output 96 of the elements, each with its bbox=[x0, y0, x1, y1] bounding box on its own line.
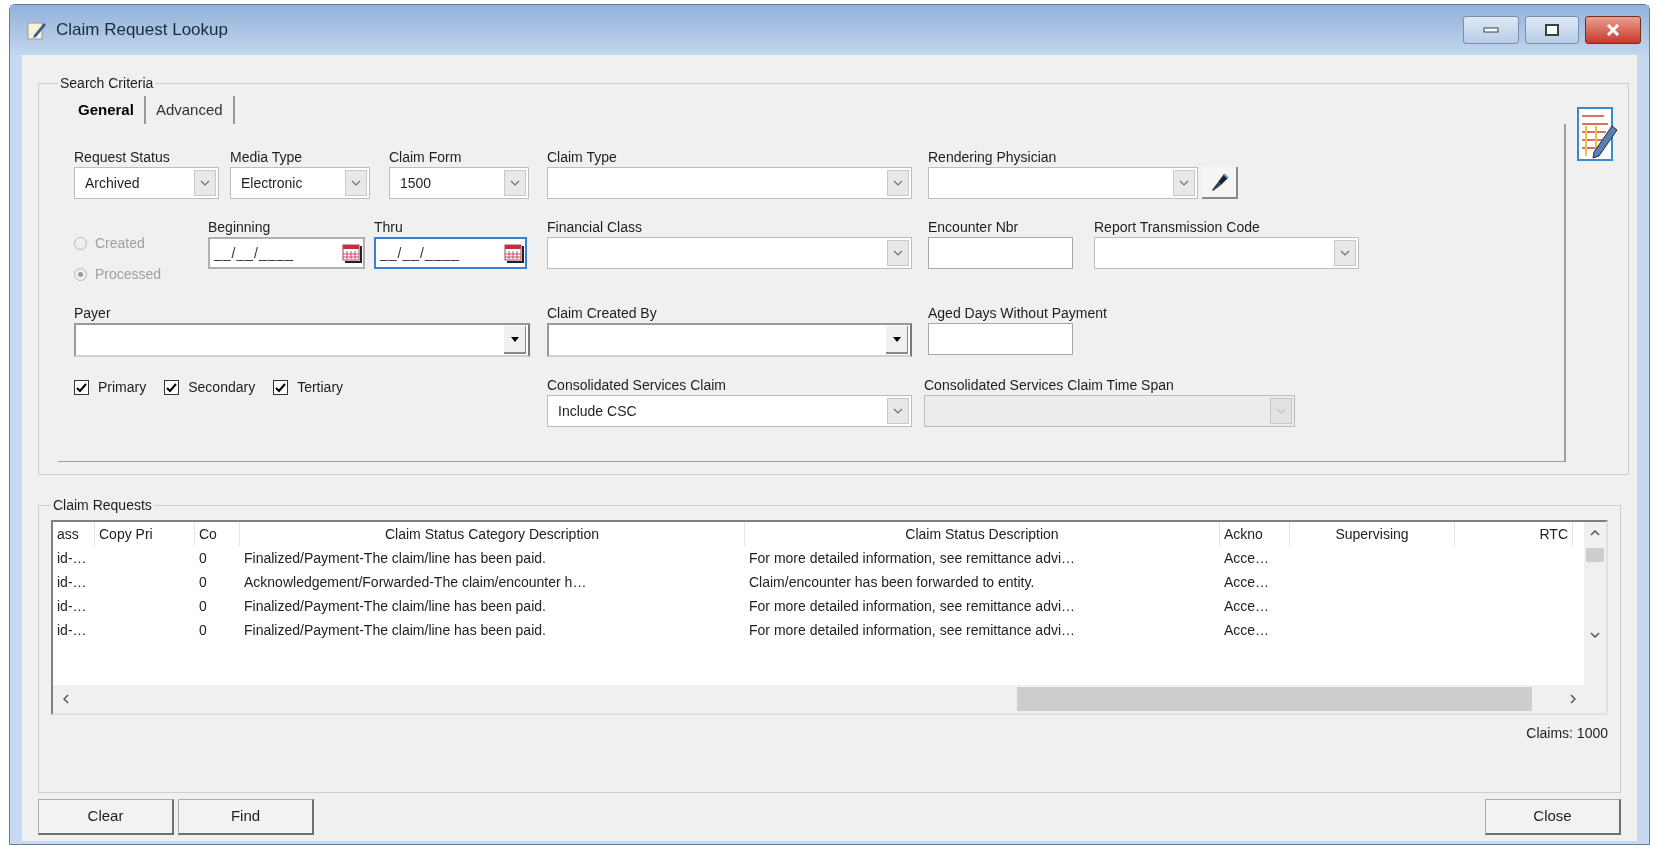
close-icon bbox=[1606, 24, 1620, 36]
tab[interactable]: Advanced bbox=[145, 96, 235, 124]
combo-field[interactable] bbox=[547, 323, 912, 357]
table-row[interactable]: id-… 0 Acknowledgement/Forwarded-The claim/encounter h… Claim/encounter has been forwarded to entity. Acce… bbox=[53, 570, 1573, 594]
table-cell-text: 0 bbox=[198, 621, 208, 640]
text-field[interactable] bbox=[928, 323, 1073, 355]
group-title: Claim Requests bbox=[52, 496, 153, 515]
table-cell-text: For more detailed information, see remittance advi… bbox=[748, 597, 1077, 616]
column-header[interactable]: Claim Status Category Description bbox=[240, 522, 745, 546]
field-label: Consolidated Services Claim Time Span bbox=[924, 376, 1175, 395]
checkbox[interactable] bbox=[74, 380, 89, 395]
dropdown-field[interactable]: 1500 bbox=[389, 167, 529, 199]
field-label: Payer bbox=[74, 304, 112, 323]
checkbox-label: Primary bbox=[98, 378, 147, 397]
field-label: Claim Form bbox=[389, 148, 463, 167]
checkbox-label: Secondary bbox=[188, 378, 256, 397]
calendar-icon[interactable] bbox=[503, 242, 525, 264]
checkbox-label: Tertiary bbox=[297, 378, 344, 397]
table-cell-text: Claim/encounter has been forwarded to entity. bbox=[748, 573, 1036, 592]
field-label: Financial Class bbox=[547, 218, 643, 237]
table-cell-text: Acce… bbox=[1223, 597, 1271, 616]
field-label: Claim Type bbox=[547, 148, 618, 167]
table-cell-text: Finalized/Payment-The claim/line has been paid. bbox=[243, 621, 547, 640]
edit-form-icon bbox=[26, 19, 48, 41]
table-cell-text: Acknowledgement/Forwarded-The claim/encounter h… bbox=[243, 573, 588, 592]
table-cell-text: id-… bbox=[56, 573, 88, 592]
dropdown-field[interactable]: Electronic bbox=[230, 167, 370, 199]
field-label: Beginning bbox=[208, 218, 272, 237]
table-row[interactable]: id-… 0 Finalized/Payment-The claim/line has been paid. For more detailed information, see remittance advi… Acce… bbox=[53, 594, 1573, 618]
dropdown-field[interactable] bbox=[547, 167, 912, 199]
vertical-scrollbar[interactable] bbox=[1584, 522, 1606, 685]
column-header[interactable]: Claim Status Description bbox=[745, 522, 1220, 546]
scroll-down-icon[interactable] bbox=[1590, 632, 1600, 638]
table-cell-text: 0 bbox=[198, 549, 208, 568]
checkbox[interactable] bbox=[273, 380, 289, 395]
table-cell-text: 0 bbox=[198, 573, 208, 592]
table-cell-text: id-… bbox=[56, 621, 88, 640]
dropdown-field[interactable]: Archived bbox=[74, 167, 219, 199]
date-field[interactable]: __/__/____ bbox=[374, 237, 527, 269]
field-label: Rendering Physician bbox=[928, 148, 1058, 167]
date-field[interactable]: __/__/____ bbox=[208, 237, 365, 269]
field-label: Claim Created By bbox=[547, 304, 658, 323]
field-label: Thru bbox=[374, 218, 404, 237]
table-cell-text: id-… bbox=[56, 549, 88, 568]
table-cell-text: id-… bbox=[56, 597, 88, 616]
restore-icon bbox=[1545, 24, 1559, 36]
window-title: Claim Request Lookup bbox=[56, 19, 228, 42]
radio-label: Created bbox=[95, 234, 145, 253]
field-label: Aged Days Without Payment bbox=[928, 304, 1107, 323]
maximize-button[interactable] bbox=[1525, 16, 1579, 44]
action-button[interactable]: Clear bbox=[38, 799, 174, 835]
field-label: Media Type bbox=[230, 148, 304, 167]
table-row[interactable]: id-… 0 Finalized/Payment-The claim/line has been paid. For more detailed information, see remittance advi… Acce… bbox=[53, 546, 1573, 570]
group-title: Search Criteria bbox=[59, 74, 155, 93]
calendar-icon[interactable] bbox=[341, 242, 363, 264]
column-header[interactable]: Copy Pri bbox=[95, 522, 195, 546]
minimize-icon bbox=[1483, 27, 1499, 33]
table-row[interactable]: id-… 0 Finalized/Payment-The claim/line has been paid. For more detailed information, see remittance advi… Acce… bbox=[53, 618, 1573, 642]
field-label: Consolidated Services Claim bbox=[547, 376, 727, 395]
table-cell-text: For more detailed information, see remittance advi… bbox=[748, 621, 1077, 640]
table-cell-text: Finalized/Payment-The claim/line has been paid. bbox=[243, 597, 547, 616]
table-cell-text: Acce… bbox=[1223, 549, 1271, 568]
combo-field[interactable] bbox=[74, 323, 530, 357]
field-label: Report Transmission Code bbox=[1094, 218, 1261, 237]
field-label: Request Status bbox=[74, 148, 171, 167]
close-window-button[interactable] bbox=[1585, 16, 1641, 44]
close-button[interactable]: Close bbox=[1485, 799, 1621, 835]
scrollbar-thumb[interactable] bbox=[1017, 687, 1532, 711]
table-cell-text: Acce… bbox=[1223, 573, 1271, 592]
claims-count: Claims: 1000 bbox=[1526, 724, 1608, 743]
column-header[interactable]: Co bbox=[195, 522, 240, 546]
column-header[interactable]: Supervising bbox=[1290, 522, 1455, 546]
dropdown-field[interactable]: Include CSC bbox=[547, 395, 912, 427]
lookup-button[interactable] bbox=[1202, 167, 1238, 199]
field-label: Encounter Nbr bbox=[928, 218, 1020, 237]
radio-label: Processed bbox=[95, 265, 162, 284]
horizontal-scrollbar[interactable] bbox=[53, 685, 1606, 713]
dropdown-field[interactable] bbox=[547, 237, 912, 269]
column-header[interactable]: Ackno bbox=[1220, 522, 1290, 546]
column-header[interactable]: RTC bbox=[1455, 522, 1573, 546]
action-button[interactable]: Find bbox=[178, 799, 314, 835]
column-header[interactable]: ass bbox=[53, 522, 95, 546]
text-field[interactable] bbox=[928, 237, 1073, 269]
scroll-left-icon[interactable] bbox=[63, 694, 69, 704]
checkbox[interactable] bbox=[164, 380, 180, 395]
scroll-right-icon[interactable] bbox=[1570, 694, 1576, 704]
table-cell-text: For more detailed information, see remittance advi… bbox=[748, 549, 1077, 568]
table-cell-text: 0 bbox=[198, 597, 208, 616]
table-cell-text: Finalized/Payment-The claim/line has been paid. bbox=[243, 549, 547, 568]
form-edit-icon[interactable] bbox=[1576, 106, 1620, 164]
dropdown-field[interactable] bbox=[928, 167, 1198, 199]
scroll-up-icon[interactable] bbox=[1590, 530, 1600, 536]
scrollbar-thumb[interactable] bbox=[1586, 548, 1604, 562]
dropdown-field[interactable] bbox=[1094, 237, 1359, 269]
minimize-button[interactable] bbox=[1463, 16, 1519, 44]
table-cell-text: Acce… bbox=[1223, 621, 1271, 640]
